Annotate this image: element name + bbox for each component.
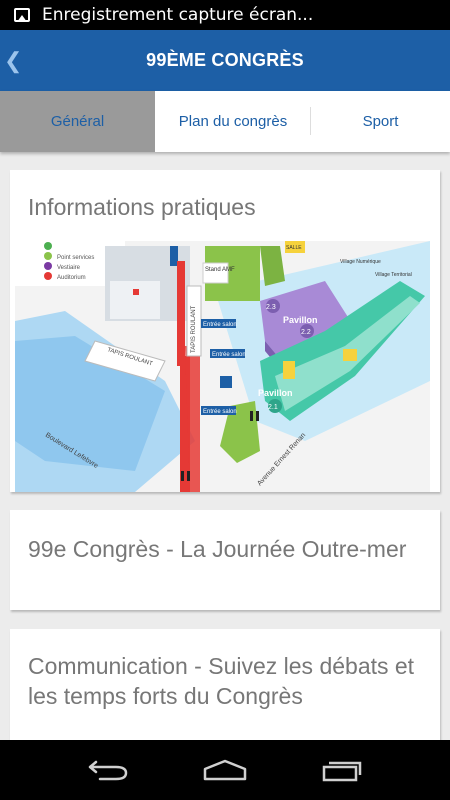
map-label-village-numerique: Village Numérique: [340, 259, 381, 265]
map-label-stand: Stand AMF: [205, 267, 235, 273]
legend-vestiaire: Vestiaire: [57, 265, 81, 271]
recent-apps-icon[interactable]: [320, 757, 364, 783]
card-title: Communication - Suivez les débats et les…: [28, 653, 415, 709]
congress-map: Point services Vestiaire Auditorium Stan…: [15, 241, 430, 492]
legend-point-services: Point services: [57, 255, 94, 261]
tab-general[interactable]: Général: [0, 91, 155, 152]
legend-auditorium: Auditorium: [57, 275, 86, 281]
tab-plan-du-congres[interactable]: Plan du congrès: [155, 91, 311, 152]
card-journee-outre-mer[interactable]: 99e Congrès - La Journée Outre-mer: [10, 510, 440, 610]
card-title: Informations pratiques: [28, 194, 256, 220]
map-label-village-territorial: Village Territorial: [375, 272, 412, 278]
map-label-entree1: Entrée salon: [203, 322, 237, 328]
chevron-left-icon[interactable]: ❮: [4, 48, 22, 74]
map-label-entree3: Entrée salon: [203, 409, 237, 415]
tab-bar: Général Plan du congrès Sport: [0, 91, 450, 152]
tab-sport[interactable]: Sport: [311, 91, 450, 152]
map-label-tapis1: TAPIS ROULANT: [191, 305, 197, 353]
back-arrow-icon[interactable]: [86, 757, 130, 783]
page-title: 99ÈME CONGRÈS: [146, 50, 304, 70]
map-label-pavillon-2-2: Pavillon: [283, 315, 318, 325]
map-label-salle: SALLE: [286, 245, 302, 251]
map-label-entree2: Entrée salon: [212, 352, 246, 358]
card-title: 99e Congrès - La Journée Outre-mer: [28, 536, 407, 562]
system-nav-bar: [0, 740, 450, 800]
home-icon[interactable]: [201, 757, 249, 783]
card-informations-pratiques[interactable]: Informations pratiques Point services Ve…: [10, 170, 440, 492]
map-label-pavillon-2-1: Pavillon: [258, 388, 293, 398]
status-bar: Enregistrement capture écran...: [0, 0, 450, 30]
status-notification: Enregistrement capture écran...: [42, 5, 314, 25]
map-label-pavillon-2-2-num: 2.2: [301, 329, 311, 336]
action-bar: ❮ 99ÈME CONGRÈS: [0, 30, 450, 91]
map-label-salle-num: 2.3: [266, 304, 276, 311]
congress-map-image: Point services Vestiaire Auditorium Stan…: [15, 241, 430, 492]
image-icon: [14, 8, 30, 22]
map-label-pavillon-2-1-num: 2.1: [268, 404, 278, 411]
